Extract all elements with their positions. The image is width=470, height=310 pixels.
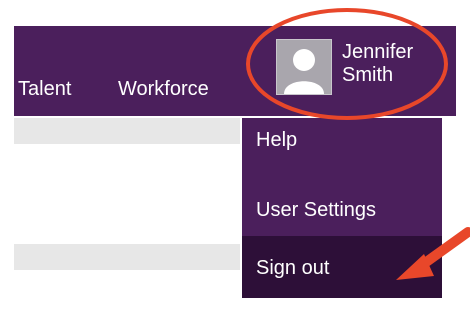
top-navigation-bar: Talent Workforce Jennifer Smith xyxy=(14,26,456,116)
app-window: Talent Workforce Jennifer Smith Help Use… xyxy=(14,26,456,310)
user-avatar-icon xyxy=(276,39,332,95)
content-row-band xyxy=(14,244,240,270)
menu-item-sign-out[interactable]: Sign out xyxy=(242,236,442,298)
user-profile-menu[interactable]: Jennifer Smith xyxy=(270,33,456,103)
menu-item-help[interactable]: Help xyxy=(242,118,442,168)
user-first-name: Jennifer xyxy=(342,41,414,63)
user-last-name: Smith xyxy=(342,64,394,86)
user-dropdown-menu: Help User Settings Sign out xyxy=(242,118,442,298)
nav-item-talent[interactable]: Talent xyxy=(18,77,71,101)
user-name: Jennifer Smith xyxy=(342,41,454,87)
content-row-band xyxy=(14,118,240,144)
menu-item-user-settings[interactable]: User Settings xyxy=(242,168,442,236)
nav-item-workforce[interactable]: Workforce xyxy=(118,77,209,101)
